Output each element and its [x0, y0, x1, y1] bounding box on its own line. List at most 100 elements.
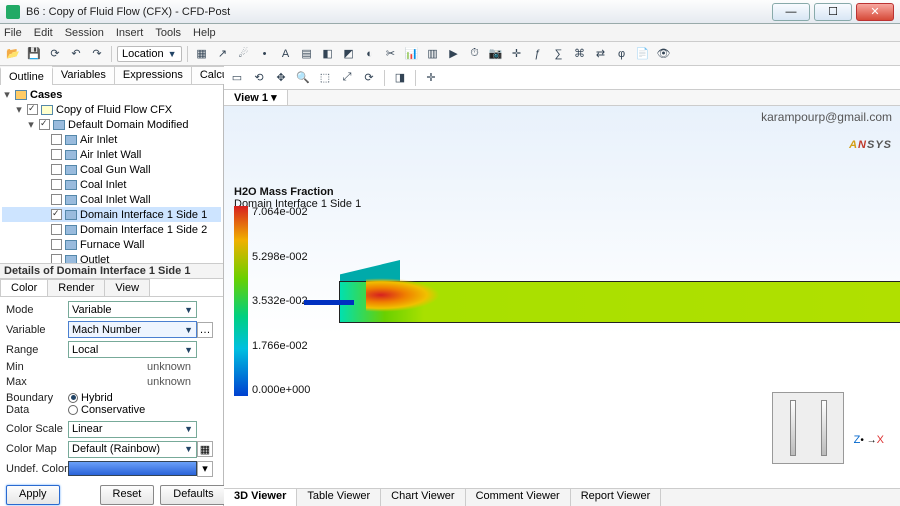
plane-icon[interactable]: ◧ [319, 45, 337, 63]
pan-icon[interactable]: ✥ [272, 69, 290, 87]
isosurf-icon[interactable]: ◐ [361, 45, 379, 63]
left-panel: Outline Variables Expressions Calculator… [0, 66, 224, 506]
contour-icon[interactable]: ▦ [193, 45, 211, 63]
menu-insert[interactable]: Insert [116, 27, 144, 39]
menu-session[interactable]: Session [65, 27, 104, 39]
tree-item[interactable]: Coal Gun Wall [2, 162, 221, 177]
cscale-label: Color Scale [6, 423, 68, 435]
probe-icon[interactable]: ✛ [508, 45, 526, 63]
tree-item[interactable]: Furnace Wall [2, 237, 221, 252]
save-icon[interactable]: 💾 [25, 45, 43, 63]
timestep-icon[interactable]: ⏱ [466, 45, 484, 63]
var-icon[interactable]: φ [613, 45, 631, 63]
highlight-icon[interactable]: ◨ [391, 69, 409, 87]
right-panel: ▭ ⟲ ✥ 🔍 ⬚ ⤢ ⟳ ◨ ✛ View 1 ▾ karampourp@gm… [224, 66, 900, 506]
dtab-view[interactable]: View [104, 279, 150, 296]
fit-icon[interactable]: ⤢ [338, 69, 356, 87]
radio-conservative[interactable]: Conservative [68, 404, 145, 416]
tree-case[interactable]: Copy of Fluid Flow CFX [56, 104, 172, 116]
variable-more-button[interactable]: … [197, 322, 213, 338]
location-dropdown[interactable]: Location ▼ [117, 46, 182, 62]
tree-item[interactable]: Outlet [2, 252, 221, 263]
tree-cases[interactable]: Cases [30, 89, 62, 101]
tree-item[interactable]: Domain Interface 1 Side 1 [2, 207, 221, 222]
tree-domain[interactable]: Default Domain Modified [68, 119, 188, 131]
dtab-color[interactable]: Color [0, 279, 48, 296]
open-icon[interactable]: 📂 [4, 45, 22, 63]
location-label: Location [122, 48, 164, 60]
volume-icon[interactable]: ◩ [340, 45, 358, 63]
details-form: Mode Variable▼ Variable Mach Number▼ … R… [0, 297, 223, 481]
mode-combo[interactable]: Variable▼ [68, 301, 197, 318]
defaults-button[interactable]: Defaults [160, 485, 226, 505]
sync-icon[interactable]: ⟳ [46, 45, 64, 63]
camera-icon[interactable]: 📷 [487, 45, 505, 63]
tab-outline[interactable]: Outline [0, 67, 53, 85]
dtab-render[interactable]: Render [47, 279, 105, 296]
redo-icon[interactable]: ↷ [88, 45, 106, 63]
animation-panel[interactable] [772, 392, 844, 464]
range-combo[interactable]: Local▼ [68, 341, 197, 358]
menu-help[interactable]: Help [193, 27, 216, 39]
text-icon[interactable]: A [277, 45, 295, 63]
select-icon[interactable]: ▭ [228, 69, 246, 87]
app-icon [6, 5, 20, 19]
outline-tree[interactable]: ▾Cases ▾Copy of Fluid Flow CFX ▾Default … [0, 85, 223, 263]
clip-icon[interactable]: ✂ [382, 45, 400, 63]
undef-color-swatch[interactable] [68, 461, 197, 476]
cmap-edit-button[interactable]: ▦ [197, 441, 213, 457]
tree-item[interactable]: Coal Inlet Wall [2, 192, 221, 207]
btab-comment[interactable]: Comment Viewer [466, 489, 571, 506]
calc-icon[interactable]: ∑ [550, 45, 568, 63]
legend-icon[interactable]: ▤ [298, 45, 316, 63]
cmap-combo[interactable]: Default (Rainbow)▼ [68, 441, 197, 458]
rotate-icon[interactable]: ⟲ [250, 69, 268, 87]
table-icon[interactable]: ▥ [424, 45, 442, 63]
window-title: B6 : Copy of Fluid Flow (CFX) - CFD-Post [26, 6, 768, 18]
viewport[interactable]: karampourp@gmail.com ANSYS H2O Mass Frac… [224, 106, 900, 488]
viewer-toolbar: ▭ ⟲ ✥ 🔍 ⬚ ⤢ ⟳ ◨ ✛ [224, 66, 900, 90]
undo-icon[interactable]: ↶ [67, 45, 85, 63]
particle-icon[interactable]: • [256, 45, 274, 63]
chart-icon[interactable]: 📊 [403, 45, 421, 63]
undef-more-button[interactable]: ▾ [197, 461, 213, 477]
turbo-icon[interactable]: ⌘ [571, 45, 589, 63]
pick-icon[interactable]: ✛ [422, 69, 440, 87]
fx-icon[interactable]: ƒ [529, 45, 547, 63]
range-label: Range [6, 344, 68, 356]
tree-item[interactable]: Air Inlet Wall [2, 147, 221, 162]
tick-1: 5.298e-002 [252, 251, 310, 263]
radio-hybrid[interactable]: Hybrid [68, 392, 113, 404]
zoom-icon[interactable]: 🔍 [294, 69, 312, 87]
view-tab[interactable]: View 1 ▾ [224, 90, 288, 105]
maximize-button[interactable]: ☐ [814, 3, 852, 21]
menu-edit[interactable]: Edit [34, 27, 53, 39]
btab-3dviewer[interactable]: 3D Viewer [224, 489, 297, 506]
apply-button[interactable]: Apply [6, 485, 60, 505]
tab-variables[interactable]: Variables [52, 66, 115, 84]
zoombox-icon[interactable]: ⬚ [316, 69, 334, 87]
streamline-icon[interactable]: ☄ [235, 45, 253, 63]
minimize-button[interactable]: — [772, 3, 810, 21]
viewer-icon[interactable]: 👁 [655, 45, 673, 63]
min-label: Min [6, 361, 68, 373]
report-icon[interactable]: 📄 [634, 45, 652, 63]
close-button[interactable]: ✕ [856, 3, 894, 21]
btab-report[interactable]: Report Viewer [571, 489, 662, 506]
refresh-icon[interactable]: ⟳ [360, 69, 378, 87]
variable-label: Variable [6, 324, 68, 336]
compare-icon[interactable]: ⇄ [592, 45, 610, 63]
anim-icon[interactable]: ▶ [445, 45, 463, 63]
btab-chart[interactable]: Chart Viewer [381, 489, 465, 506]
btab-table[interactable]: Table Viewer [297, 489, 381, 506]
variable-combo[interactable]: Mach Number▼ [68, 321, 197, 338]
menu-file[interactable]: File [4, 27, 22, 39]
tree-item[interactable]: Air Inlet [2, 132, 221, 147]
tree-item[interactable]: Domain Interface 1 Side 2 [2, 222, 221, 237]
reset-button[interactable]: Reset [100, 485, 155, 505]
tab-expressions[interactable]: Expressions [114, 66, 192, 84]
menu-tools[interactable]: Tools [155, 27, 181, 39]
tree-item[interactable]: Coal Inlet [2, 177, 221, 192]
vector-icon[interactable]: ↗ [214, 45, 232, 63]
cscale-combo[interactable]: Linear▼ [68, 421, 197, 438]
